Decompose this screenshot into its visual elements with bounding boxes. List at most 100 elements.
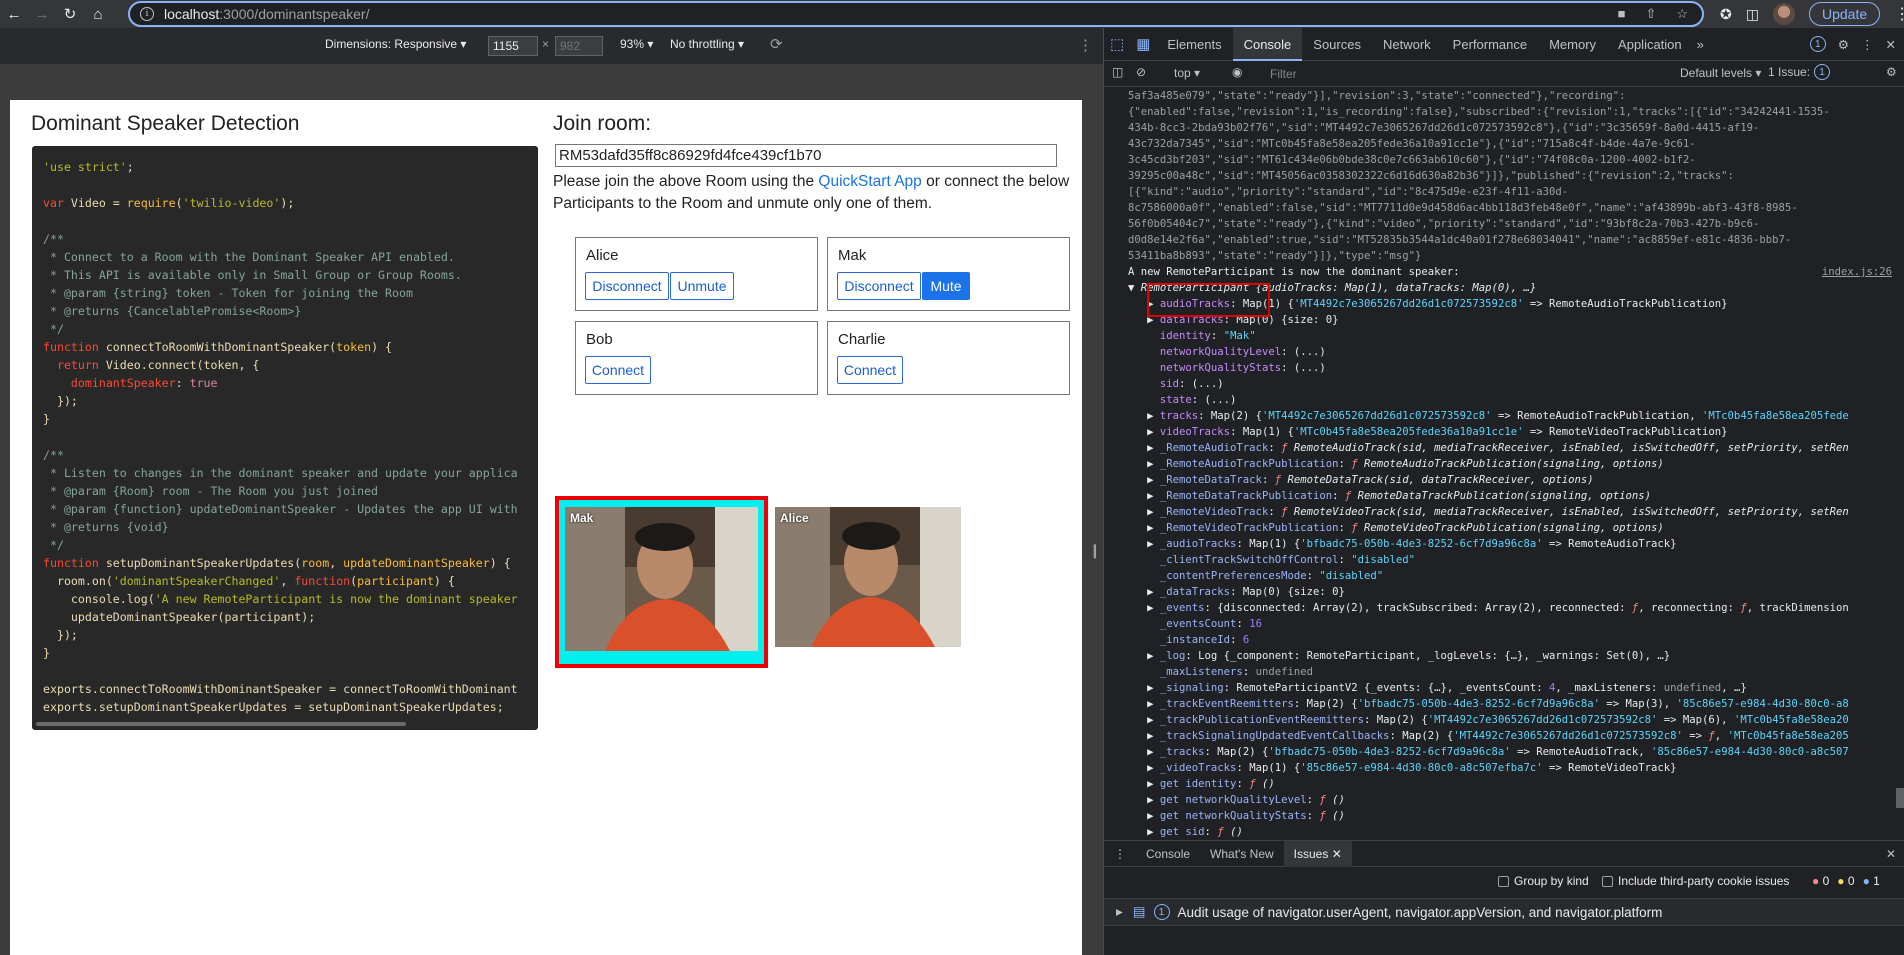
side-panel-icon[interactable]: ◫ [1746, 6, 1759, 23]
reload-icon[interactable]: ↻ [56, 0, 84, 28]
devtools-menu-icon[interactable]: ⋮ [1861, 37, 1874, 52]
console-line-token: : [1338, 554, 1352, 566]
close-drawer-icon[interactable]: ✕ [1886, 847, 1904, 861]
code-line-token: function [43, 340, 99, 354]
device-more-icon[interactable]: ⋮ [1078, 36, 1093, 54]
bookmark-star-icon[interactable]: ☆ [1676, 6, 1688, 22]
dimensions-dropdown[interactable]: Dimensions: Responsive ▾ [325, 37, 466, 51]
issues-link[interactable]: 1 Issue: 1 [1768, 64, 1831, 80]
clear-console-icon[interactable]: ⊘ [1136, 65, 1146, 79]
tab-performance[interactable]: Performance [1442, 28, 1538, 61]
console-line-token: _contentPreferencesMode [1159, 570, 1307, 582]
sidebar-toggle-icon[interactable]: ◫ [1112, 65, 1123, 79]
mute-button[interactable]: Mute [922, 272, 970, 300]
error-count: ● 0 [1812, 874, 1829, 888]
drawer-menu-icon[interactable]: ⋮ [1104, 841, 1136, 867]
room-name-input[interactable]: RM53dafd35ff8c86929fd4fce439cf1b70 [555, 144, 1057, 167]
console-line-token: _maxListeners [1159, 666, 1243, 678]
code-line-token: ) { [371, 340, 393, 354]
code-line-token: , [280, 574, 295, 588]
log-levels-dropdown[interactable]: Default levels ▾ [1680, 66, 1761, 80]
console-line: _clientTrackSwitchOffControl: "disabled" [1128, 552, 1904, 568]
warning-count-value: 0 [1847, 874, 1855, 888]
more-tabs-icon[interactable]: » [1693, 28, 1708, 61]
disconnect-button[interactable]: Disconnect [585, 272, 669, 300]
console-line-token: RemoteAudioTrack(sid, mediaTrackReceiver… [1287, 442, 1849, 454]
tab-console[interactable]: Console [1232, 27, 1303, 61]
drawer-tab-console[interactable]: Console [1136, 841, 1200, 867]
device-mode-icon[interactable]: ▦ [1130, 28, 1156, 61]
disconnect-button[interactable]: Disconnect [837, 272, 921, 300]
source-link[interactable]: index.js:26 [1822, 264, 1892, 280]
connect-button[interactable]: Connect [837, 356, 903, 384]
console-line-token: 434b-8cc3-2bda93b02f76","sid":"MT4492c7e… [1128, 122, 1760, 134]
settings-gear-icon[interactable]: ⚙ [1838, 37, 1849, 52]
console-line-token: networkQualityStats [1159, 362, 1282, 374]
console-line-token: : {disconnected: Array(2), trackSubscrib… [1204, 602, 1632, 614]
third-party-checkbox[interactable]: Include third-party cookie issues [1602, 874, 1789, 888]
console-line-token: 53411ba8b893","state":"ready"}]},"type":… [1128, 250, 1422, 262]
drawer-tab-whats-new[interactable]: What's New [1200, 841, 1284, 867]
console-line-token: : [1332, 490, 1345, 502]
tab-application[interactable]: Application [1607, 28, 1693, 61]
browser-menu-icon[interactable]: ⋮ [1894, 4, 1904, 24]
console-line: ▶ tracks: Map(2) {'MT4492c7e3065267dd26d… [1128, 408, 1904, 424]
forward-icon[interactable]: → [28, 0, 56, 28]
address-bar[interactable]: i localhost:3000/dominantspeaker/ ■ ⇧ ☆ [128, 1, 1704, 27]
console-settings-icon[interactable]: ⚙ [1886, 65, 1897, 79]
quickstart-link[interactable]: QuickStart App [818, 173, 921, 190]
tab-network[interactable]: Network [1372, 28, 1442, 61]
tab-elements[interactable]: Elements [1156, 28, 1232, 61]
console-line-token: => [1682, 730, 1709, 742]
back-icon[interactable]: ← [0, 0, 28, 28]
drawer-tab-issues[interactable]: Issues ✕ [1283, 840, 1352, 867]
expand-issue-icon[interactable]: ▸ [1116, 904, 1123, 920]
console-line-token: ▶ [1128, 794, 1160, 806]
extensions-icon[interactable]: ✪ [1720, 6, 1732, 23]
zoom-dropdown[interactable]: 93% ▾ [620, 37, 653, 51]
console-line: ▶ _signaling: RemoteParticipantV2 {_even… [1128, 680, 1904, 696]
eye-icon[interactable]: ◉ [1232, 65, 1242, 79]
code-line-token: connectToRoomWithDominantSpeaker( [98, 340, 337, 354]
console-line-token: ▶ [1128, 826, 1160, 838]
site-info-icon[interactable]: i [140, 7, 154, 21]
viewport-width-input[interactable]: 1155 [488, 36, 538, 56]
code-line-token: /** [43, 232, 64, 246]
unmute-button[interactable]: Unmute [670, 272, 734, 300]
participant-card-bob: Bob Connect [575, 321, 818, 395]
home-icon[interactable]: ⌂ [84, 0, 112, 28]
code-scrollbar[interactable] [36, 722, 406, 726]
console-line-token: _dataTracks [1159, 586, 1231, 598]
code-line-token: * @returns {CancelablePromise<Room>} [43, 304, 302, 318]
console-line-token: _RemoteDataTrackPublication [1159, 490, 1333, 502]
connect-button[interactable]: Connect [585, 356, 651, 384]
code-line-token: */ [43, 322, 64, 336]
tab-memory[interactable]: Memory [1538, 28, 1607, 61]
web-page: Dominant Speaker Detection 'use strict';… [10, 100, 1082, 955]
issue-title: Audit usage of navigator.userAgent, navi… [1177, 904, 1663, 920]
issues-counter[interactable]: 1 [1809, 36, 1826, 52]
video-feed-mak [565, 507, 758, 651]
inspect-icon[interactable]: ⬚ [1104, 28, 1130, 61]
emulated-viewport: Dominant Speaker Detection 'use strict';… [0, 64, 1103, 955]
close-devtools-icon[interactable]: ✕ [1886, 37, 1896, 52]
camera-icon[interactable]: ■ [1618, 6, 1626, 22]
issue-row[interactable]: ▸ ▤ 1 Audit usage of navigator.userAgent… [1104, 898, 1904, 926]
profile-avatar[interactable] [1772, 3, 1795, 25]
rotate-icon[interactable]: ⟳ [770, 35, 783, 53]
viewport-height-input[interactable]: 982 [555, 36, 603, 56]
console-line-token: : [1210, 330, 1224, 342]
context-selector[interactable]: top ▾ [1174, 66, 1200, 80]
code-line-token: , [329, 556, 344, 570]
tab-sources[interactable]: Sources [1302, 28, 1372, 61]
console-filter-input[interactable]: Filter [1264, 64, 1634, 84]
update-button[interactable]: Update [1808, 2, 1881, 26]
code-line: /** [43, 446, 538, 464]
console-line: ▶ _trackSignalingUpdatedEventCallbacks: … [1128, 728, 1904, 744]
console-scrollbar[interactable] [1896, 788, 1904, 808]
share-icon[interactable]: ⇧ [1645, 6, 1656, 22]
throttle-dropdown[interactable]: No throttling ▾ [670, 37, 744, 51]
group-by-kind-checkbox[interactable]: Group by kind [1498, 874, 1589, 888]
code-line-token: ) { [433, 574, 455, 588]
